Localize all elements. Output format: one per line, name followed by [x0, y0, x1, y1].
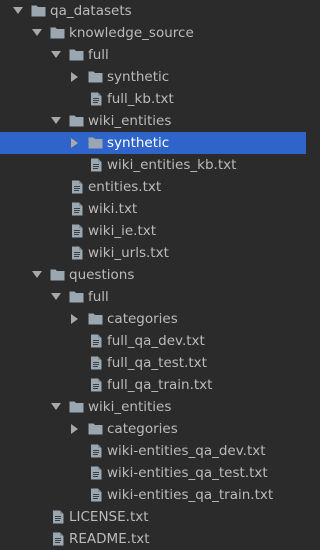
folder-icon [69, 396, 85, 418]
text-file-icon [88, 440, 104, 462]
tree-item-label: wiki-entities_qa_train.txt [107, 487, 274, 503]
tree-item-label: wiki-entities_qa_test.txt [107, 465, 268, 481]
tree-file-row[interactable]: full_qa_dev.txt [0, 330, 306, 352]
tree-item-label: wiki-entities_qa_dev.txt [107, 443, 266, 459]
tree-item-label: full_qa_test.txt [107, 355, 207, 371]
tree-folder-row[interactable]: qa_datasets [0, 0, 306, 22]
tree-file-row[interactable]: full_kb.txt [0, 88, 306, 110]
tree-folder-row[interactable]: wiki_entities [0, 110, 306, 132]
chevron-right-icon[interactable] [69, 66, 81, 88]
chevron-down-icon[interactable] [50, 110, 62, 132]
folder-icon [88, 418, 104, 440]
folder-icon [88, 132, 104, 154]
text-file-icon [69, 242, 85, 264]
tree-item-label: synthetic [107, 69, 170, 85]
folder-icon [88, 308, 104, 330]
tree-item-label: wiki.txt [88, 201, 138, 217]
tree-item-label: wiki_entities_kb.txt [107, 157, 237, 173]
chevron-right-icon[interactable] [69, 418, 81, 440]
project-tree: qa_datasets knowledge_sourcefull synthetic… [0, 0, 306, 550]
tree-item-label: full [88, 47, 109, 63]
folder-icon [31, 0, 47, 22]
tree-item-label: full [88, 289, 109, 305]
tree-folder-row[interactable]: synthetic [0, 66, 306, 88]
tree-file-row[interactable]: wiki_ie.txt [0, 220, 306, 242]
tree-item-label: entities.txt [88, 179, 162, 195]
tree-file-row[interactable]: full_qa_test.txt [0, 352, 306, 374]
tree-item-label: wiki_ie.txt [88, 223, 157, 239]
tree-item-label: wiki_entities [88, 399, 172, 415]
chevron-down-icon[interactable] [50, 286, 62, 308]
tree-item-label: questions [69, 267, 135, 283]
tree-folder-row[interactable]: wiki_entities [0, 396, 306, 418]
text-file-icon [88, 484, 104, 506]
chevron-down-icon[interactable] [50, 396, 62, 418]
tree-file-row[interactable]: wiki_entities_kb.txt [0, 154, 306, 176]
chevron-down-icon[interactable] [31, 22, 43, 44]
text-file-icon [69, 198, 85, 220]
text-file-icon [50, 506, 66, 528]
folder-icon [50, 22, 66, 44]
tree-folder-row[interactable]: categories [0, 308, 306, 330]
tree-file-row[interactable]: README.txt [0, 528, 306, 550]
tree-item-label: categories [107, 311, 178, 327]
text-file-icon [88, 374, 104, 396]
tree-item-label: categories [107, 421, 178, 437]
tree-folder-row[interactable]: full [0, 286, 306, 308]
tree-item-label: README.txt [69, 531, 150, 547]
tree-file-row[interactable]: full_qa_train.txt [0, 374, 306, 396]
tree-folder-row[interactable]: categories [0, 418, 306, 440]
text-file-icon [69, 176, 85, 198]
tree-file-row[interactable]: wiki-entities_qa_train.txt [0, 484, 306, 506]
tree-item-label: wiki_urls.txt [88, 245, 169, 261]
text-file-icon [69, 220, 85, 242]
tree-item-label: LICENSE.txt [69, 509, 149, 525]
chevron-right-icon[interactable] [69, 132, 81, 154]
tree-file-row[interactable]: wiki.txt [0, 198, 306, 220]
text-file-icon [88, 462, 104, 484]
text-file-icon [88, 88, 104, 110]
folder-icon [69, 110, 85, 132]
text-file-icon [88, 352, 104, 374]
folder-icon [50, 264, 66, 286]
tree-item-label: full_qa_train.txt [107, 377, 213, 393]
folder-icon [69, 286, 85, 308]
text-file-icon [88, 154, 104, 176]
folder-icon [69, 44, 85, 66]
tree-folder-row[interactable]: full [0, 44, 306, 66]
tree-item-label: full_kb.txt [107, 91, 174, 107]
folder-icon [88, 66, 104, 88]
tree-file-row[interactable]: wiki-entities_qa_test.txt [0, 462, 306, 484]
chevron-down-icon[interactable] [50, 44, 62, 66]
tree-file-row[interactable]: LICENSE.txt [0, 506, 306, 528]
tree-file-row[interactable]: entities.txt [0, 176, 306, 198]
text-file-icon [88, 330, 104, 352]
tree-item-label: wiki_entities [88, 113, 172, 129]
chevron-right-icon[interactable] [69, 308, 81, 330]
tree-item-label: full_qa_dev.txt [107, 333, 205, 349]
tree-folder-row[interactable]: synthetic [0, 132, 306, 154]
tree-folder-row[interactable]: questions [0, 264, 306, 286]
tree-file-row[interactable]: wiki_urls.txt [0, 242, 306, 264]
chevron-down-icon[interactable] [31, 264, 43, 286]
tree-item-label: qa_datasets [50, 3, 132, 19]
tree-item-label: knowledge_source [69, 25, 194, 41]
tree-item-label: synthetic [107, 135, 170, 151]
tree-file-row[interactable]: wiki-entities_qa_dev.txt [0, 440, 306, 462]
tree-folder-row[interactable]: knowledge_source [0, 22, 306, 44]
text-file-icon [50, 528, 66, 550]
chevron-down-icon[interactable] [12, 0, 24, 22]
